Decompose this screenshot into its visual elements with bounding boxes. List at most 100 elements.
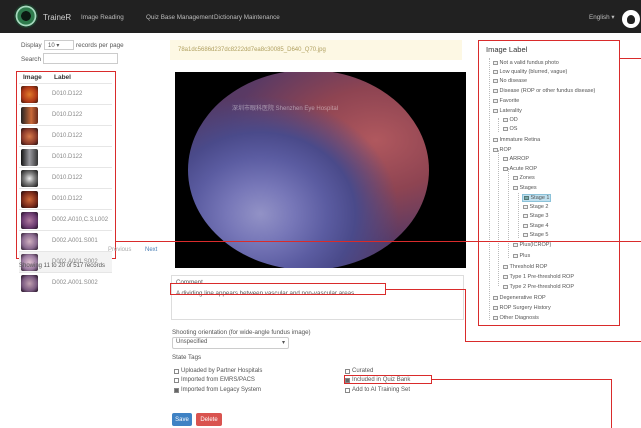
tree-node-stage-1[interactable]: Stage 1: [522, 194, 552, 202]
tree-node-zones[interactable]: Zones: [513, 175, 535, 181]
node-label: Zones: [519, 175, 535, 181]
table-row[interactable]: D010.D122: [19, 188, 112, 209]
tree-node-no-disease[interactable]: No disease: [493, 78, 527, 84]
language-label: English: [589, 14, 610, 21]
nav-image-reading[interactable]: Image Reading: [81, 14, 124, 21]
checkbox-icon: [493, 60, 498, 66]
tree-node-od[interactable]: OD: [503, 117, 518, 123]
save-button[interactable]: Save: [172, 413, 192, 426]
node-label: Stage 5: [529, 232, 549, 238]
previous-page-link[interactable]: Previous: [108, 247, 131, 253]
tag-label: Add to AI Training Set: [352, 387, 411, 393]
node-label: OS: [509, 126, 518, 132]
tree-node-stage-2[interactable]: Stage 2: [523, 204, 548, 210]
leader-line: [620, 58, 641, 59]
page-size-value: 10: [48, 43, 55, 49]
tree-connector: [498, 150, 499, 286]
row-label: D002.A001.S002: [52, 280, 98, 286]
tree-node-stage-3[interactable]: Stage 3: [523, 213, 548, 219]
github-icon[interactable]: [622, 10, 640, 28]
tag-uploaded-partner[interactable]: Uploaded by Partner Hospitals: [174, 368, 262, 374]
leader-line: [611, 379, 612, 428]
page-size-select[interactable]: 10 ▾: [44, 40, 74, 50]
row-label: D002.A010,C.3,L002: [52, 217, 109, 223]
node-label: Immature Retina: [499, 137, 541, 143]
leader-line: [386, 289, 465, 290]
brand-name[interactable]: TraineR: [43, 13, 71, 22]
table-row[interactable]: D010.D122: [19, 83, 112, 104]
tree-node-low-quality[interactable]: Low quality (blurred, vague): [493, 69, 567, 75]
tree-node-threshold-rop[interactable]: Threshold ROP: [503, 264, 547, 270]
checkbox-icon: [493, 108, 498, 114]
tree-node-acute-rop[interactable]: Acute ROP: [503, 166, 537, 172]
row-label: D010.D122: [52, 196, 83, 202]
tree-node-immature-retina[interactable]: Immature Retina: [493, 137, 540, 143]
filename-banner: 78a1dc5686d237dc8222dd7ea8c30085_D640_Q7…: [170, 40, 462, 60]
nav-dictionary-maintenance[interactable]: Dictionary Maintenance: [214, 14, 280, 21]
records-per-page-label: records per page: [76, 42, 124, 49]
language-selector[interactable]: English ▾: [589, 14, 615, 21]
tree-node-stages[interactable]: Stages: [513, 185, 537, 191]
tree-node-stage-5[interactable]: Stage 5: [523, 232, 548, 238]
delete-button[interactable]: Delete: [196, 413, 222, 426]
tag-label: Uploaded by Partner Hospitals: [181, 368, 263, 374]
comment-area[interactable]: Comment A dividing line appears between …: [171, 275, 464, 320]
tree-node-other-diagnosis[interactable]: Other Diagnosis: [493, 315, 539, 321]
tree-node-degenerative-rop[interactable]: Degenerative ROP: [493, 295, 546, 301]
logo-icon: [14, 4, 38, 28]
search-input[interactable]: [43, 53, 118, 64]
thumbnail: [21, 86, 38, 103]
table-row[interactable]: D010.D122: [19, 146, 112, 167]
tag-ai-training-set[interactable]: Add to AI Training Set: [345, 387, 410, 393]
row-label: D010.D122: [52, 133, 83, 139]
tree-node-plus[interactable]: Plus: [513, 253, 530, 259]
node-label: Degenerative ROP: [499, 295, 546, 301]
checkbox-checked-icon: [174, 387, 179, 393]
orientation-select[interactable]: Unspecified ▾: [172, 337, 289, 349]
node-label: ARROP: [509, 156, 530, 162]
checkbox-icon: [493, 88, 498, 94]
table-row[interactable]: D002.A010,C.3,L002: [19, 209, 112, 230]
tree-node-os[interactable]: OS: [503, 126, 517, 132]
tree-node-type2-prethreshold[interactable]: Type 2 Pre-threshold ROP: [503, 284, 574, 290]
checkbox-icon: [513, 253, 518, 259]
watermark: 深圳市眼科医院 Shenzhen Eye Hospital: [232, 106, 339, 112]
tree-node-favorite[interactable]: Favorite: [493, 98, 519, 104]
checkbox-icon: [493, 315, 498, 321]
thumbnail: [21, 191, 38, 208]
checkbox-icon: [174, 377, 179, 383]
tree-node-arrop[interactable]: ARROP: [503, 156, 529, 162]
tree-connector: [518, 193, 519, 238]
tree-node-disease[interactable]: Disease (ROP or other fundus disease): [493, 88, 595, 94]
orientation-label: Shooting orientation (for wide-angle fun…: [172, 329, 311, 336]
tag-label: Curated: [352, 368, 374, 374]
table-row[interactable]: D002.A001.S002: [19, 272, 112, 293]
tree-node-rop[interactable]: ROP: [493, 147, 511, 153]
next-page-link[interactable]: Next: [145, 247, 157, 253]
fundus-image[interactable]: 深圳市眼科医院 Shenzhen Eye Hospital: [175, 72, 466, 268]
tree-node-type1-prethreshold[interactable]: Type 1 Pre-threshold ROP: [503, 274, 574, 280]
tree-node-laterality[interactable]: Laterality: [493, 108, 522, 114]
tag-label: Imported from EMRS/PACS: [181, 377, 255, 383]
table-row[interactable]: D010.D122: [19, 125, 112, 146]
leader-line: [465, 341, 641, 342]
table-row[interactable]: D010.D122: [19, 104, 112, 125]
tree-node-stage-4[interactable]: Stage 4: [523, 223, 548, 229]
search-label: Search: [21, 56, 41, 63]
tag-imported-legacy[interactable]: Imported from Legacy System: [174, 387, 261, 393]
tag-imported-emrs[interactable]: Imported from EMRS/PACS: [174, 377, 255, 383]
node-label: Type 2 Pre-threshold ROP: [509, 284, 575, 290]
table-row[interactable]: D002.A001.S001: [19, 230, 112, 251]
tree-node-rop-surgery-history[interactable]: ROP Surgery History: [493, 305, 551, 311]
tag-curated[interactable]: Curated: [345, 368, 373, 374]
checkbox-icon: [513, 175, 518, 181]
node-label: Low quality (blurred, vague): [499, 69, 568, 75]
checkbox-icon: [503, 264, 508, 270]
row-label: D010.D122: [52, 112, 83, 118]
nav-quiz-base-management[interactable]: Quiz Base Management: [146, 14, 214, 21]
tree-node-plus-icrop[interactable]: Plus(ICROP): [513, 242, 551, 248]
comment-annotation-box: [170, 283, 386, 295]
table-row[interactable]: D010.D122: [19, 167, 112, 188]
tree-node-not-valid[interactable]: Not a valid fundus photo: [493, 60, 559, 66]
node-label: Favorite: [499, 98, 520, 104]
